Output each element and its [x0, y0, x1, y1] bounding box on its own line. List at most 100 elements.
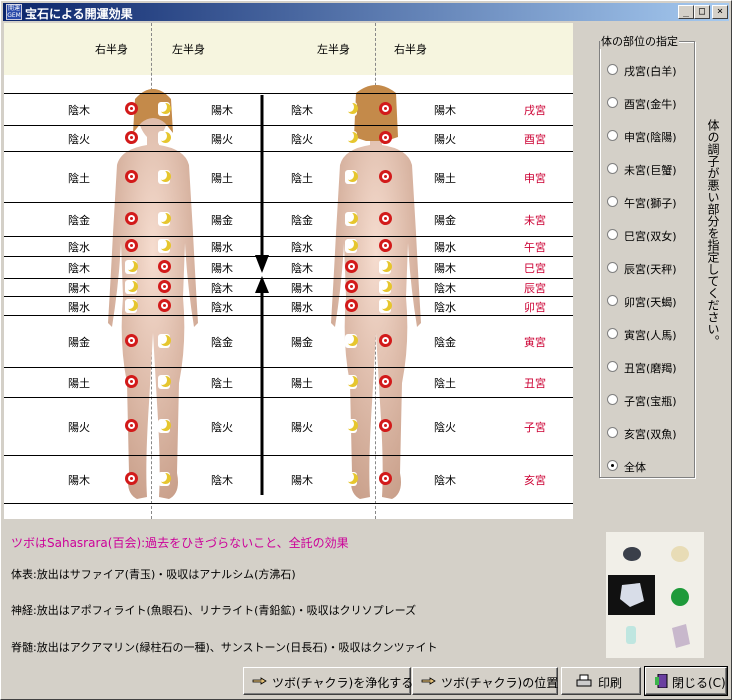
- radio-circle-icon: [607, 262, 618, 273]
- crescent-moon-icon: [379, 260, 392, 274]
- crescent-moon-icon: [158, 212, 171, 226]
- radio-circle-icon: [607, 394, 618, 405]
- minimize-button[interactable]: _: [678, 5, 694, 19]
- info-nerve: 神経:放出はアポフィライト(魚眼石)、リナライト(青鉛鉱)・吸収はクリソプレーズ: [11, 604, 417, 617]
- crescent-moon-icon: [345, 131, 358, 145]
- element-label-f-left: 陽木: [68, 282, 90, 295]
- crescent-moon-icon: [345, 419, 358, 433]
- chakra-dot-icon: [379, 170, 392, 183]
- element-label-f-right: 陽木: [211, 262, 233, 275]
- element-label-b-left: 陰水: [291, 241, 313, 254]
- purify-chakra-button[interactable]: ツボ(チャクラ)を浄化する: [243, 667, 413, 695]
- element-label-b-left: 陰金: [291, 214, 313, 227]
- element-label-f-right: 陰土: [211, 377, 233, 390]
- chakra-dot-icon: [379, 472, 392, 485]
- close-window-button[interactable]: ×: [712, 5, 728, 19]
- body-part-group-title: 体の部位の指定: [600, 33, 679, 49]
- crescent-moon-icon: [158, 472, 171, 486]
- radio-circle-icon: [607, 163, 618, 174]
- crescent-moon-icon: [345, 472, 358, 486]
- crescent-moon-icon: [125, 260, 138, 274]
- crescent-moon-icon: [379, 299, 392, 313]
- instruction-text: 体の調子が悪い部分を指定してください。: [706, 119, 720, 347]
- element-label-b-left: 陽土: [291, 377, 313, 390]
- maximize-button[interactable]: □: [694, 5, 710, 19]
- element-label-f-right: 陰水: [211, 301, 233, 314]
- palace-label: 未宮: [524, 214, 546, 227]
- palace-label: 辰宮: [524, 282, 546, 295]
- chakra-dot-icon: [125, 334, 138, 347]
- row-divider: [4, 256, 573, 257]
- hand-pointer-icon: [252, 677, 267, 685]
- row-divider: [4, 236, 573, 237]
- chakra-dot-icon: [345, 299, 358, 312]
- chakra-dot-icon: [125, 375, 138, 388]
- printer-icon: [576, 674, 592, 687]
- chakra-dot-icon: [158, 260, 171, 273]
- crescent-moon-icon: [345, 375, 358, 389]
- palace-label: 卯宮: [524, 301, 546, 314]
- radio-circle-icon: [607, 64, 618, 75]
- chakra-dot-icon: [379, 102, 392, 115]
- chakra-dot-icon: [379, 131, 392, 144]
- element-label-f-left: 陽土: [68, 377, 90, 390]
- row-divider: [4, 367, 573, 368]
- radio-label: 丑宮(磨羯): [624, 362, 677, 375]
- element-label-b-right: 陽火: [434, 133, 456, 146]
- row-divider: [4, 296, 573, 297]
- radio-label: 午宮(獅子): [624, 197, 677, 210]
- gem-image-kunzite: [672, 624, 690, 648]
- radio-circle-icon: [607, 295, 618, 306]
- info-spine: 脊髄:放出はアクアマリン(緑柱石の一種)、サンストーン(日長石)・吸収はクンツァ…: [11, 641, 438, 654]
- radio-label: 亥宮(双魚): [624, 428, 677, 441]
- palace-label: 酉宮: [524, 133, 546, 146]
- crescent-moon-icon: [379, 280, 392, 294]
- title-bar: 開運 GEM 宝石による開運効果 _ □ ×: [3, 3, 729, 21]
- element-label-b-right: 陰土: [434, 377, 456, 390]
- element-label-b-left: 陽木: [291, 282, 313, 295]
- element-label-f-right: 陽土: [211, 172, 233, 185]
- element-label-b-right: 陰木: [434, 282, 456, 295]
- chakra-dot-icon: [345, 280, 358, 293]
- element-label-f-left: 陽木: [68, 474, 90, 487]
- close-button[interactable]: 閉じる(C): [644, 666, 728, 696]
- chakra-dot-icon: [379, 419, 392, 432]
- gem-image-analcime: [671, 546, 689, 562]
- crescent-moon-icon: [158, 170, 171, 184]
- chakra-dot-icon: [125, 212, 138, 225]
- chakra-dot-icon: [379, 212, 392, 225]
- gem-image-aquamarine: [626, 626, 636, 644]
- palace-label: 午宮: [524, 241, 546, 254]
- radio-label: 申宮(陰陽): [624, 131, 677, 144]
- row-divider: [4, 151, 573, 152]
- palace-label: 寅宮: [524, 336, 546, 349]
- radio-label: 未宮(巨蟹): [624, 164, 677, 177]
- gem-image-chrysoprase: [671, 588, 689, 606]
- element-label-b-right: 陰金: [434, 336, 456, 349]
- chakra-position-button[interactable]: ツボ(チャクラ)の位置: [412, 667, 558, 695]
- element-label-f-right: 陽金: [211, 214, 233, 227]
- crescent-moon-icon: [158, 239, 171, 253]
- main-window: 開運 GEM 宝石による開運効果 _ □ × 右半身 左半身 左半身 右半身 陰木…: [0, 0, 732, 700]
- element-label-f-right: 陰火: [211, 421, 233, 434]
- crescent-moon-icon: [158, 419, 171, 433]
- chakra-dot-icon: [158, 280, 171, 293]
- element-label-f-right: 陰木: [211, 282, 233, 295]
- crescent-moon-icon: [345, 334, 358, 348]
- row-divider: [4, 278, 573, 279]
- element-label-b-right: 陰木: [434, 474, 456, 487]
- radio-circle-icon: [607, 97, 618, 108]
- radio-circle-icon: [607, 328, 618, 339]
- element-label-f-left: 陰木: [68, 262, 90, 275]
- print-button[interactable]: 印刷: [561, 667, 641, 695]
- radio-circle-icon: [607, 196, 618, 207]
- element-label-f-left: 陰火: [68, 133, 90, 146]
- row-divider: [4, 125, 573, 126]
- crescent-moon-icon: [345, 239, 358, 253]
- element-label-b-right: 陰火: [434, 421, 456, 434]
- radio-circle-icon: [607, 361, 618, 372]
- element-label-b-left: 陰木: [291, 104, 313, 117]
- radio-circle-icon: [607, 427, 618, 438]
- chakra-dot-icon: [345, 260, 358, 273]
- crescent-moon-icon: [345, 170, 358, 184]
